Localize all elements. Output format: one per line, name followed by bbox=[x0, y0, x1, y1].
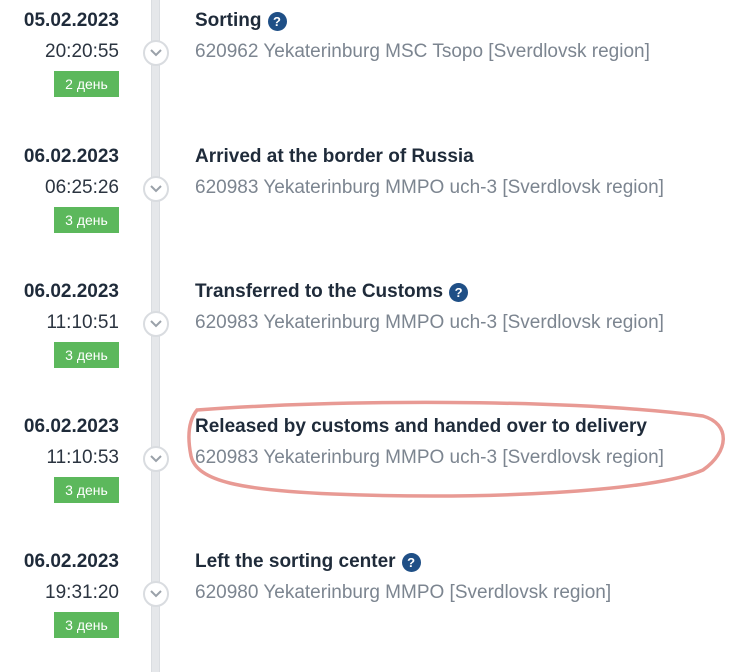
event-date: 06.02.2023 bbox=[23, 551, 119, 572]
event-date: 05.02.2023 bbox=[23, 10, 119, 31]
timeline-event: 06.02.2023 11:10:53 3 день Released by c… bbox=[0, 406, 751, 526]
question-circle-icon[interactable]: ? bbox=[449, 282, 469, 302]
event-title-text: Released by customs and handed over to d… bbox=[195, 416, 647, 437]
event-date: 06.02.2023 bbox=[23, 416, 119, 437]
event-title-text: Left the sorting center bbox=[195, 551, 396, 572]
question-circle-icon[interactable]: ? bbox=[267, 11, 287, 31]
day-badge: 3 день bbox=[54, 477, 119, 503]
event-title-text: Arrived at the border of Russia bbox=[195, 146, 474, 167]
event-time: 19:31:20 bbox=[45, 582, 119, 603]
event-title-text: Sorting bbox=[195, 10, 262, 31]
chevron-down-icon[interactable] bbox=[143, 176, 169, 202]
chevron-down-icon[interactable] bbox=[143, 581, 169, 607]
timeline-event: 06.02.2023 19:31:20 3 день Left the sort… bbox=[0, 541, 751, 661]
day-badge: 3 день bbox=[54, 342, 119, 368]
day-badge: 3 день bbox=[54, 612, 119, 638]
event-location: 620962 Yekaterinburg MSC Tsopo [Sverdlov… bbox=[195, 41, 650, 62]
chevron-down-icon[interactable] bbox=[143, 40, 169, 66]
event-location: 620983 Yekaterinburg MMPO uch-3 [Sverdlo… bbox=[195, 177, 664, 198]
timeline-event: 06.02.2023 06:25:26 3 день Arrived at th… bbox=[0, 136, 751, 256]
event-location: 620980 Yekaterinburg MMPO [Sverdlovsk re… bbox=[195, 582, 612, 603]
event-date: 06.02.2023 bbox=[23, 146, 119, 167]
event-title: Arrived at the border of Russia bbox=[195, 146, 474, 168]
event-time: 11:10:53 bbox=[46, 447, 119, 468]
question-circle-icon[interactable]: ? bbox=[401, 552, 421, 572]
event-title-text: Transferred to the Customs bbox=[195, 281, 444, 302]
event-date: 06.02.2023 bbox=[23, 281, 119, 302]
tracking-timeline: 05.02.2023 20:20:55 2 день Sorting ? 620… bbox=[0, 0, 751, 672]
chevron-down-icon[interactable] bbox=[143, 446, 169, 472]
event-title: Released by customs and handed over to d… bbox=[195, 416, 647, 438]
event-title: Transferred to the Customs ? bbox=[195, 281, 469, 303]
event-location: 620983 Yekaterinburg MMPO uch-3 [Sverdlo… bbox=[195, 447, 664, 468]
event-time: 20:20:55 bbox=[45, 41, 119, 62]
event-title: Left the sorting center ? bbox=[195, 551, 421, 573]
timeline-event: 05.02.2023 20:20:55 2 день Sorting ? 620… bbox=[0, 0, 751, 120]
event-title: Sorting ? bbox=[195, 10, 287, 32]
event-location: 620983 Yekaterinburg MMPO uch-3 [Sverdlo… bbox=[195, 312, 664, 333]
day-badge: 2 день bbox=[54, 71, 119, 97]
event-time: 06:25:26 bbox=[45, 177, 119, 198]
timeline-event: 06.02.2023 11:10:51 3 день Transferred t… bbox=[0, 271, 751, 391]
event-time: 11:10:51 bbox=[46, 312, 119, 333]
day-badge: 3 день bbox=[54, 207, 119, 233]
chevron-down-icon[interactable] bbox=[143, 311, 169, 337]
